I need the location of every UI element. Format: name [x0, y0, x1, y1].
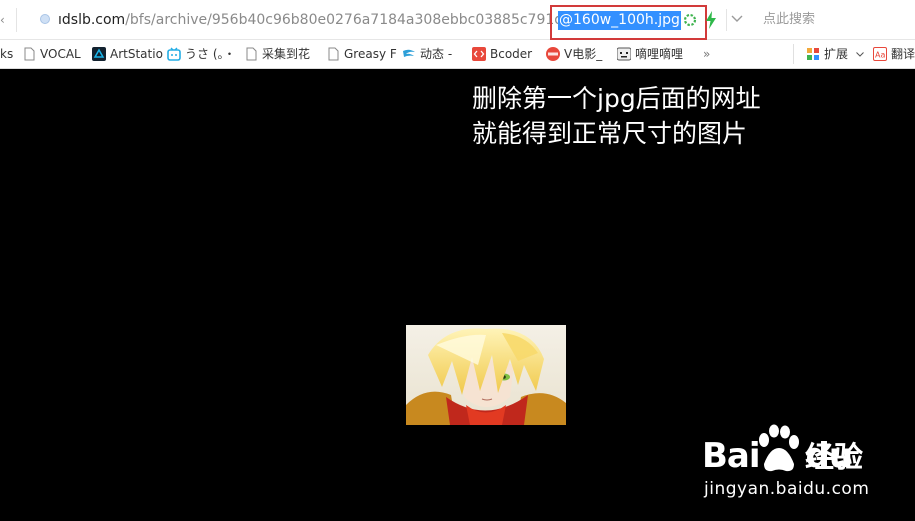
bookmark-label: うさ (。・	[185, 47, 236, 61]
code-icon	[472, 47, 486, 61]
toolbar-divider	[16, 8, 17, 32]
new-badge-icon	[546, 47, 560, 61]
search-input[interactable]: 点此搜索	[763, 10, 815, 30]
page-icon	[246, 47, 257, 61]
baidu-paw-icon	[759, 424, 799, 472]
url-input[interactable]: ıdslb.com/bfs/archive/956b40c96b80e0276a…	[58, 10, 589, 30]
page-icon	[328, 47, 339, 61]
bookmark-label: ArtStatio	[110, 47, 163, 61]
bilibili-icon	[167, 47, 181, 61]
url-path: /bfs/archive/956b40c96b80e0276a7184a308e…	[125, 12, 590, 28]
baidu-logo-part: Bai	[702, 436, 761, 476]
extensions-label: 扩展	[824, 47, 849, 61]
page-content: 删除第一个jpg后面的网址 就能得到正常尺寸的图片 Bai du 经验 jing…	[0, 69, 915, 521]
annotation-text: 删除第一个jpg后面的网址 就能得到正常尺寸的图片	[472, 81, 761, 151]
baidu-watermark: Bai du 经验 jingyan.baidu.com	[700, 424, 880, 504]
bookmark-label: 动态 -	[420, 47, 453, 61]
wing-icon	[403, 49, 415, 57]
bookmark-label: ks	[0, 47, 14, 61]
chevron-down-icon	[856, 52, 864, 57]
url-host: ıdslb.com	[58, 12, 126, 28]
back-edge-icon[interactable]: ‹	[0, 12, 6, 28]
bookmark-label: V电影_	[564, 47, 603, 61]
annotation-line: 删除第一个jpg后面的网址	[472, 84, 761, 113]
site-info-icon[interactable]	[40, 14, 50, 24]
url-selected-text[interactable]: @160w_100h.jpg	[558, 11, 681, 30]
grid-apps-icon	[807, 48, 819, 60]
bookmark-label: Bcoder	[490, 47, 533, 61]
watermark-url: jingyan.baidu.com	[704, 479, 870, 499]
anime-thumbnail-image[interactable]	[406, 325, 566, 425]
face-icon	[617, 47, 631, 61]
page-icon	[24, 47, 35, 61]
translate-icon: Aa	[873, 47, 887, 61]
overflow-label: »	[703, 47, 711, 61]
svg-text:Aa: Aa	[875, 51, 885, 60]
lightning-icon[interactable]	[705, 11, 717, 29]
bookmark-label: VOCAL	[40, 47, 81, 61]
translate-label: 翻译	[891, 47, 915, 61]
artstation-icon	[92, 47, 106, 61]
baidu-jingyan-text: 经验	[805, 440, 864, 474]
bookmark-label: 采集到花	[262, 47, 311, 61]
loading-spinner-icon[interactable]	[683, 13, 697, 27]
bookmark-label: Greasy F	[344, 47, 397, 61]
bookmark-label: 嘀哩嘀哩	[635, 47, 684, 61]
toolbar-divider	[726, 9, 727, 31]
bookmarks-divider	[793, 44, 794, 64]
bookmarks-bar: ks VOCAL ArtStatio うさ (。・ 采集到花 Greasy F …	[0, 40, 915, 69]
address-bar: ‹ ıdslb.com/bfs/archive/956b40c96b80e027…	[0, 0, 915, 40]
chevron-down-icon[interactable]	[731, 15, 743, 23]
annotation-line: 就能得到正常尺寸的图片	[472, 119, 748, 148]
